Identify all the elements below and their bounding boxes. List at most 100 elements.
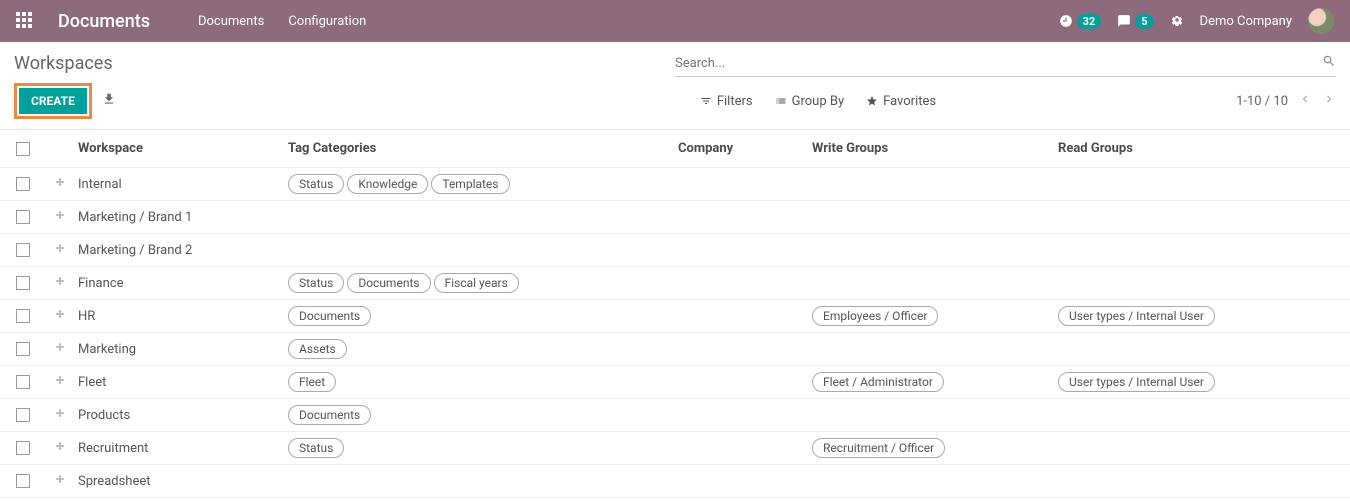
row-checkbox[interactable] <box>16 474 30 488</box>
drag-handle-icon[interactable] <box>46 435 74 462</box>
page-title: Workspaces <box>14 53 113 74</box>
group-tag: Fleet / Administrator <box>812 372 944 392</box>
row-checkbox[interactable] <box>16 243 30 257</box>
workspace-name[interactable]: Internal <box>74 171 284 198</box>
row-checkbox[interactable] <box>16 210 30 224</box>
read-groups-cell <box>1054 442 1344 454</box>
import-icon[interactable] <box>102 92 116 110</box>
user-avatar[interactable] <box>1308 8 1334 34</box>
company-cell <box>674 310 808 322</box>
row-checkbox[interactable] <box>16 375 30 389</box>
col-write-groups[interactable]: Write Groups <box>808 135 1054 162</box>
workspace-name[interactable]: Marketing / Brand 2 <box>74 237 284 264</box>
tag: Status <box>288 438 344 458</box>
groupby-button[interactable]: Group By <box>775 94 845 109</box>
subheader: Workspaces <box>0 42 1350 77</box>
select-all-checkbox[interactable] <box>16 142 30 156</box>
workspace-name[interactable]: HR <box>74 303 284 330</box>
table-row[interactable]: HRDocumentsEmployees / OfficerUser types… <box>0 300 1350 333</box>
table-row[interactable]: Spreadsheet <box>0 465 1350 498</box>
drag-handle-icon[interactable] <box>46 369 74 396</box>
tag-cell: Assets <box>284 333 674 365</box>
tag-cell: Documents <box>284 300 674 332</box>
search-area <box>675 50 1336 77</box>
tag-cell: StatusDocumentsFiscal years <box>284 267 674 299</box>
settings-icon[interactable] <box>1170 14 1184 28</box>
col-read-groups[interactable]: Read Groups <box>1054 135 1344 162</box>
drag-handle-icon[interactable] <box>46 468 74 495</box>
write-groups-cell <box>808 475 1054 487</box>
read-groups-cell <box>1054 244 1344 256</box>
company-cell <box>674 376 808 388</box>
write-groups-cell: Fleet / Administrator <box>808 366 1054 398</box>
table-row[interactable]: Marketing / Brand 2 <box>0 234 1350 267</box>
workspace-name[interactable]: Fleet <box>74 369 284 396</box>
workspace-name[interactable]: Marketing / Brand 1 <box>74 204 284 231</box>
tag: Fiscal years <box>434 273 519 293</box>
table-row[interactable]: InternalStatusKnowledgeTemplates <box>0 168 1350 201</box>
workspace-table: Workspace Tag Categories Company Write G… <box>0 129 1350 498</box>
workspace-name[interactable]: Spreadsheet <box>74 468 284 495</box>
nav-documents[interactable]: Documents <box>198 14 264 29</box>
write-groups-cell <box>808 277 1054 289</box>
tag-cell: Status <box>284 432 674 464</box>
row-checkbox[interactable] <box>16 309 30 323</box>
pager-prev[interactable] <box>1298 92 1312 110</box>
company-cell <box>674 343 808 355</box>
drag-handle-icon[interactable] <box>46 336 74 363</box>
row-checkbox[interactable] <box>16 177 30 191</box>
read-groups-cell <box>1054 211 1344 223</box>
tag: Knowledge <box>347 174 428 194</box>
pager: 1-10 / 10 <box>1236 92 1336 110</box>
create-highlight: CREATE <box>14 83 92 119</box>
write-groups-cell <box>808 211 1054 223</box>
company-cell <box>674 475 808 487</box>
row-checkbox[interactable] <box>16 408 30 422</box>
col-workspace[interactable]: Workspace <box>74 135 284 162</box>
filters-button[interactable]: Filters <box>700 94 753 109</box>
workspace-name[interactable]: Marketing <box>74 336 284 363</box>
write-groups-cell <box>808 343 1054 355</box>
drag-handle-icon[interactable] <box>46 402 74 429</box>
tag: Status <box>288 273 344 293</box>
timer-indicator[interactable]: 32 <box>1059 14 1102 29</box>
col-tag-categories[interactable]: Tag Categories <box>284 135 674 162</box>
top-nav: Documents Configuration <box>198 14 366 29</box>
favorites-button[interactable]: Favorites <box>866 94 936 109</box>
create-button[interactable]: CREATE <box>19 88 87 114</box>
read-groups-cell <box>1054 409 1344 421</box>
workspace-name[interactable]: Products <box>74 402 284 429</box>
drag-handle-icon[interactable] <box>46 204 74 231</box>
drag-handle-icon[interactable] <box>46 171 74 198</box>
drag-handle-icon[interactable] <box>46 237 74 264</box>
list-icon <box>775 95 787 107</box>
table-row[interactable]: Marketing / Brand 1 <box>0 201 1350 234</box>
workspace-name[interactable]: Recruitment <box>74 435 284 462</box>
star-icon <box>866 95 878 107</box>
apps-icon[interactable] <box>16 12 34 30</box>
col-company[interactable]: Company <box>674 135 808 162</box>
table-row[interactable]: FleetFleetFleet / AdministratorUser type… <box>0 366 1350 399</box>
table-row[interactable]: FinanceStatusDocumentsFiscal years <box>0 267 1350 300</box>
nav-configuration[interactable]: Configuration <box>288 14 366 29</box>
chat-indicator[interactable]: 5 <box>1117 14 1153 29</box>
drag-handle-icon[interactable] <box>46 303 74 330</box>
company-name[interactable]: Demo Company <box>1200 14 1292 29</box>
row-checkbox[interactable] <box>16 441 30 455</box>
tag-cell <box>284 211 674 223</box>
workspace-name[interactable]: Finance <box>74 270 284 297</box>
table-row[interactable]: MarketingAssets <box>0 333 1350 366</box>
search-icon[interactable] <box>1322 54 1336 72</box>
search-input[interactable] <box>675 56 1322 71</box>
row-checkbox[interactable] <box>16 276 30 290</box>
table-row[interactable]: ProductsDocuments <box>0 399 1350 432</box>
table-row[interactable]: RecruitmentStatusRecruitment / Officer <box>0 432 1350 465</box>
group-tag: User types / Internal User <box>1058 306 1215 326</box>
read-groups-cell <box>1054 178 1344 190</box>
row-checkbox[interactable] <box>16 342 30 356</box>
drag-handle-icon[interactable] <box>46 270 74 297</box>
pager-next[interactable] <box>1322 92 1336 110</box>
chat-badge: 5 <box>1135 14 1153 29</box>
chat-icon <box>1117 14 1131 28</box>
company-cell <box>674 211 808 223</box>
